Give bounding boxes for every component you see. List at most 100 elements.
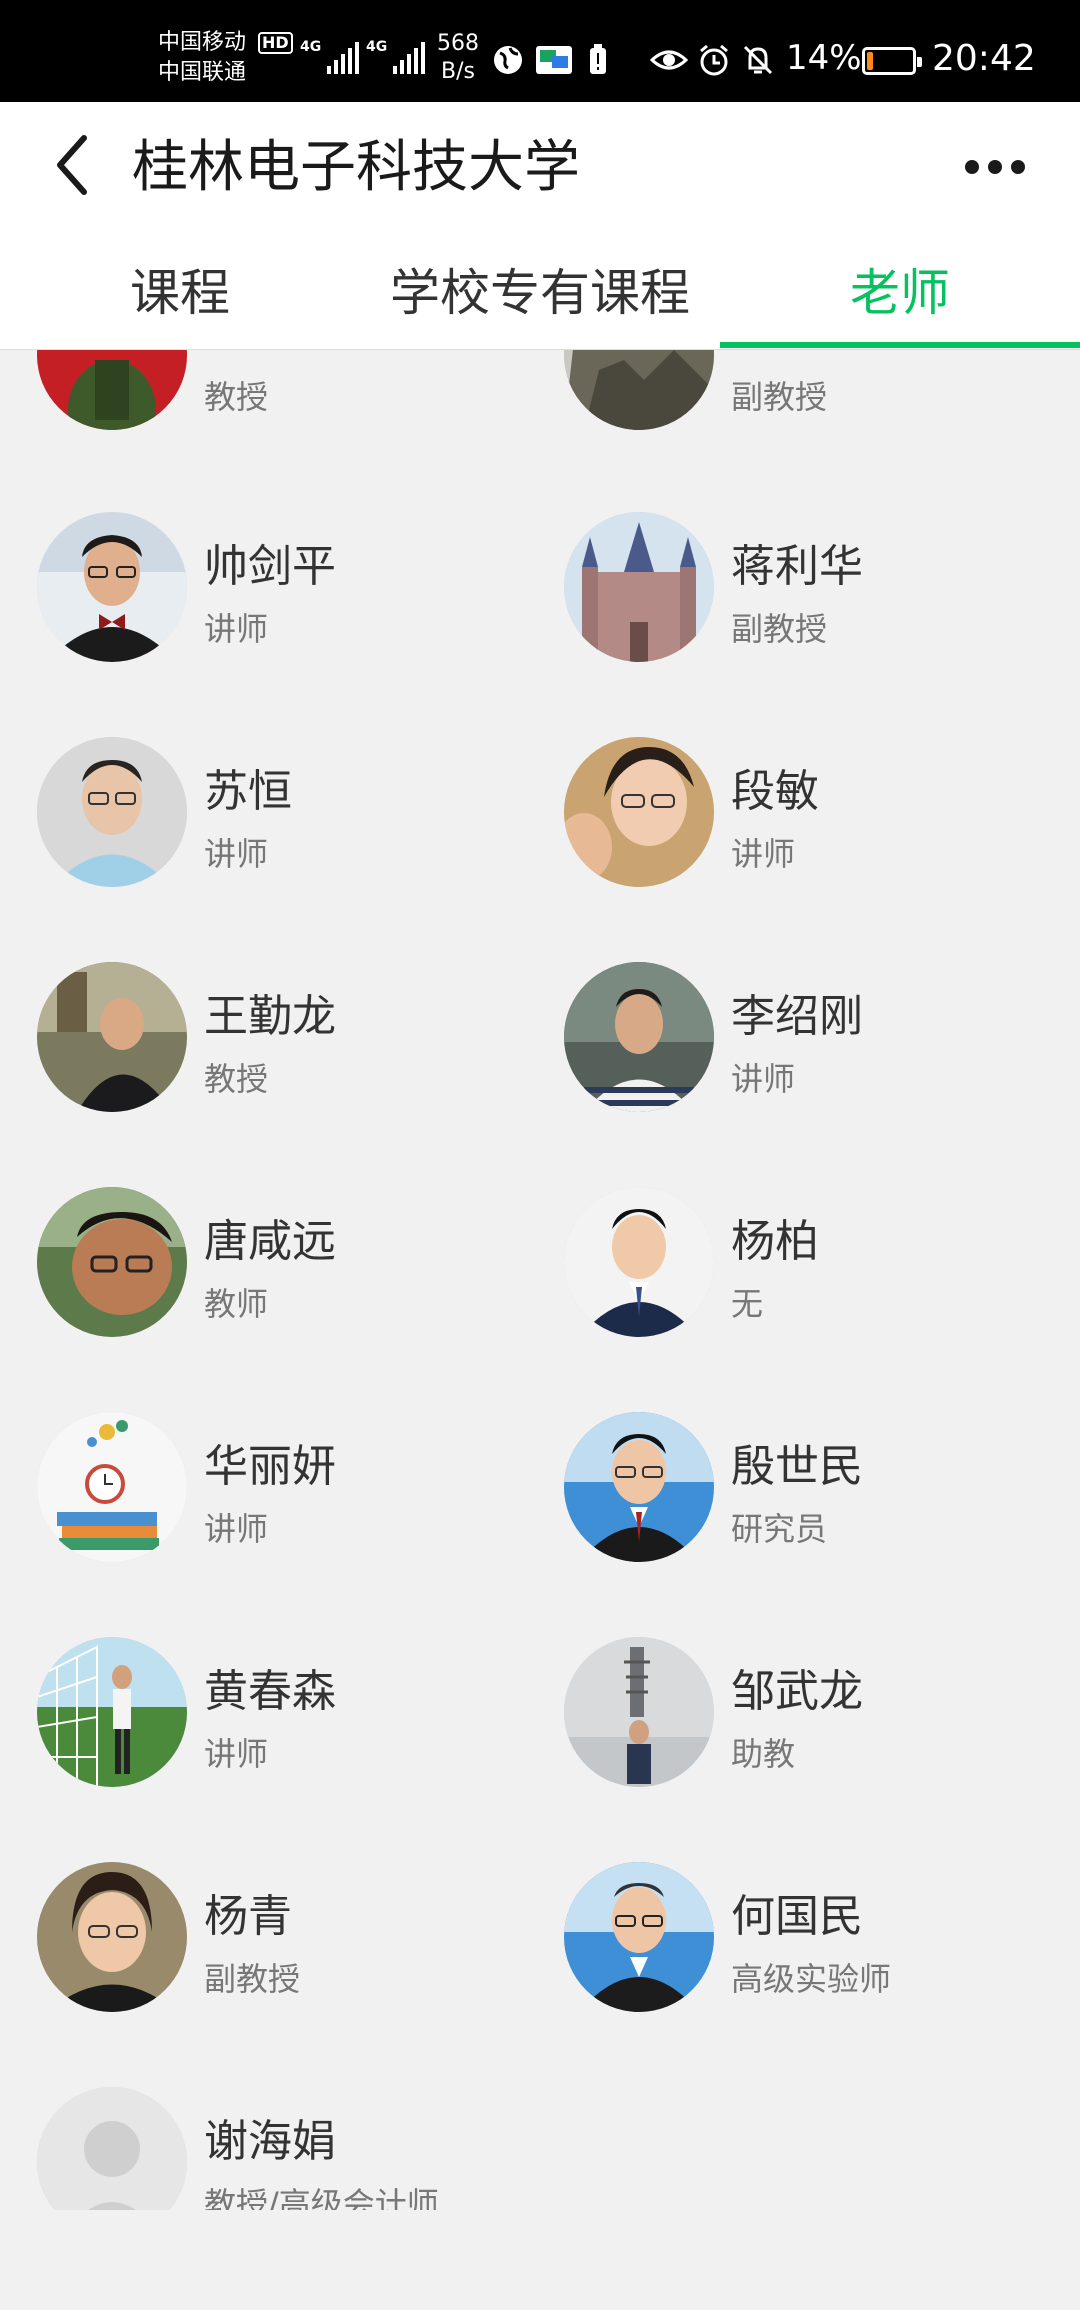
photo-person-red-background bbox=[37, 350, 187, 430]
teacher-list[interactable]: 教授 副教授 帅剑平 讲师 蒋利华 副教授 苏恒 讲师 段敏 讲师 王勤龙 教授 李绍刚 讲师 唐咸远 教师杨… bbox=[0, 350, 1080, 2210]
teacher-card[interactable]: 杨柏无 bbox=[564, 1187, 1064, 1347]
back-button[interactable] bbox=[50, 128, 120, 202]
teacher-title: 无 bbox=[731, 1285, 764, 1323]
teacher-name: 杨青 bbox=[204, 1891, 292, 1942]
photo-man-selfie bbox=[37, 1187, 187, 1337]
teacher-name: 段敏 bbox=[731, 766, 819, 817]
teacher-card[interactable]: 殷世民 研究员 bbox=[564, 1412, 1064, 1572]
status-bar: 中国移动 中国联通 HD 4G 4G 568 B/s 14% 20:42 bbox=[0, 0, 1080, 102]
photo-man-striped-shirt bbox=[564, 962, 714, 1112]
teacher-name: 黄春森 bbox=[204, 1666, 336, 1717]
teacher-card[interactable]: 华丽妍 讲师 bbox=[37, 1412, 537, 1572]
teacher-avatar bbox=[37, 1187, 187, 1337]
teacher-title: 讲师 bbox=[204, 1735, 269, 1773]
teacher-card[interactable]: 黄春森 讲师 bbox=[37, 1637, 537, 1797]
teacher-card[interactable]: 杨青 副教授 bbox=[37, 1862, 537, 2022]
more-options-button[interactable] bbox=[950, 142, 1040, 192]
teacher-title: 讲师 bbox=[204, 835, 269, 873]
photo-man-glasses-bowtie bbox=[37, 512, 187, 662]
teacher-card[interactable]: 蒋利华 副教授 bbox=[564, 512, 1064, 672]
alarm-icon bbox=[700, 44, 728, 76]
teacher-card[interactable]: 副教授 bbox=[564, 350, 1064, 440]
battery-level bbox=[867, 52, 873, 70]
photo-man-soccer-field bbox=[37, 1637, 187, 1787]
tab-teachers[interactable]: 老师 bbox=[720, 228, 1080, 350]
teacher-title: 研究员 bbox=[731, 1510, 828, 1548]
teacher-name: 杨柏 bbox=[731, 1216, 819, 1267]
teacher-title: 讲师 bbox=[204, 1510, 269, 1548]
teacher-avatar bbox=[564, 1637, 714, 1787]
teacher-avatar bbox=[37, 962, 187, 1112]
photo-man-suit bbox=[564, 1187, 714, 1337]
teacher-title: 教授 bbox=[204, 1060, 269, 1098]
battery-percent: 14% bbox=[786, 38, 862, 78]
teacher-title: 教授 bbox=[204, 378, 269, 416]
teacher-title: 教授/高级会计师 bbox=[204, 2185, 439, 2210]
teacher-title: 讲师 bbox=[204, 610, 269, 648]
signal-icon-2: 4G bbox=[366, 40, 426, 74]
teacher-avatar bbox=[37, 350, 187, 430]
photo-rock-landscape bbox=[564, 350, 714, 430]
teacher-card[interactable]: 谢海娟教授/高级会计师 bbox=[37, 2087, 537, 2210]
teacher-title: 讲师 bbox=[731, 835, 796, 873]
photo-man-suit-blue bbox=[564, 1412, 714, 1562]
teacher-card[interactable]: 帅剑平 讲师 bbox=[37, 512, 537, 672]
illustration-books-clock bbox=[37, 1412, 187, 1562]
teacher-avatar bbox=[37, 1637, 187, 1787]
teacher-card[interactable]: 苏恒 讲师 bbox=[37, 737, 537, 897]
chevron-left-icon bbox=[57, 135, 87, 195]
teacher-card[interactable]: 何国民 高级实验师 bbox=[564, 1862, 1064, 2022]
teacher-card[interactable]: 王勤龙 教授 bbox=[37, 962, 537, 1122]
teacher-avatar bbox=[37, 1862, 187, 2012]
teacher-name: 邹武龙 bbox=[731, 1666, 863, 1717]
photo-man-dark-jacket bbox=[37, 962, 187, 1112]
carrier-1: 中国移动 bbox=[158, 30, 247, 55]
teacher-card[interactable]: 邹武龙 助教 bbox=[564, 1637, 1064, 1797]
teacher-avatar bbox=[564, 962, 714, 1112]
battery-alert-icon bbox=[590, 44, 606, 74]
active-tab-indicator bbox=[720, 342, 1080, 348]
signal-icon-1: 4G bbox=[300, 40, 360, 74]
more-dots-icon bbox=[965, 160, 979, 174]
teacher-title: 助教 bbox=[731, 1735, 796, 1773]
teacher-card[interactable]: 唐咸远 教师 bbox=[37, 1187, 537, 1347]
teacher-title: 教师 bbox=[204, 1285, 269, 1323]
clock: 20:42 bbox=[932, 38, 1036, 79]
header: 桂林电子科技大学 bbox=[0, 102, 1080, 228]
teacher-avatar bbox=[564, 1412, 714, 1562]
tab-courses[interactable]: 课程 bbox=[0, 228, 360, 350]
teacher-avatar bbox=[564, 350, 714, 430]
teacher-avatar bbox=[564, 1862, 714, 2012]
teacher-avatar bbox=[37, 2087, 187, 2210]
teacher-card[interactable]: 段敏 讲师 bbox=[564, 737, 1064, 897]
teacher-name: 李绍刚 bbox=[731, 991, 863, 1042]
battery-icon bbox=[862, 47, 922, 75]
teacher-card[interactable]: 教授 bbox=[37, 350, 537, 440]
hd-badge: HD bbox=[258, 32, 293, 54]
teacher-card[interactable]: 李绍刚 讲师 bbox=[564, 962, 1064, 1122]
teacher-name: 蒋利华 bbox=[731, 541, 863, 592]
teacher-name: 何国民 bbox=[731, 1891, 863, 1942]
photo-man-glasses-suit bbox=[564, 1862, 714, 2012]
teacher-avatar bbox=[37, 1412, 187, 1562]
globe-icon bbox=[494, 46, 522, 74]
teacher-title: 讲师 bbox=[731, 1060, 796, 1098]
teacher-title: 副教授 bbox=[204, 1960, 301, 1998]
carrier-2: 中国联通 bbox=[158, 60, 247, 85]
photo-woman-glasses bbox=[37, 1862, 187, 2012]
carrier-labels: 中国移动 中国联通 bbox=[158, 28, 246, 88]
teacher-avatar bbox=[37, 512, 187, 662]
teacher-avatar bbox=[564, 512, 714, 662]
photo-woman-glasses-child bbox=[564, 737, 714, 887]
photo-man-glasses bbox=[37, 737, 187, 887]
teacher-name: 谢海娟 bbox=[204, 2116, 336, 2167]
tab-school-courses[interactable]: 学校专有课程 bbox=[360, 228, 720, 350]
teacher-avatar bbox=[564, 1187, 714, 1337]
teacher-name: 华丽妍 bbox=[204, 1441, 336, 1492]
page-title: 桂林电子科技大学 bbox=[132, 135, 580, 200]
eye-icon bbox=[650, 50, 688, 70]
teacher-avatar bbox=[37, 737, 187, 887]
teacher-title: 高级实验师 bbox=[731, 1960, 892, 1998]
tab-bar: 课程 学校专有课程 老师 bbox=[0, 228, 1080, 350]
teacher-title: 副教授 bbox=[731, 610, 828, 648]
